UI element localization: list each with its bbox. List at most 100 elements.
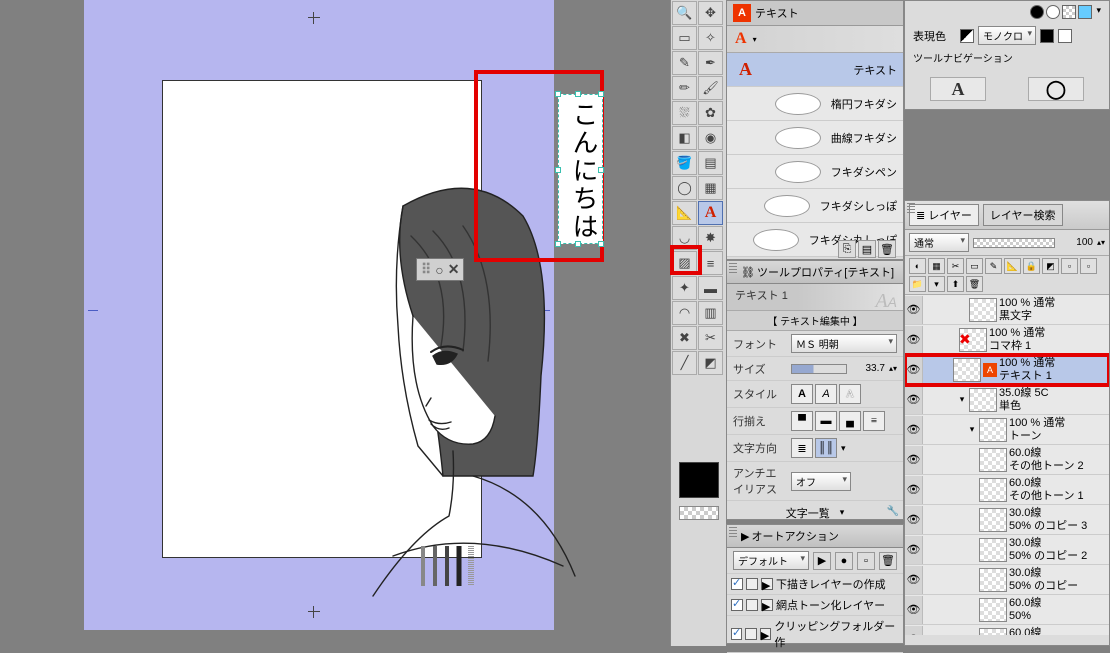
- transparent-swatch[interactable]: [679, 506, 719, 520]
- tool-subview[interactable]: ▥: [698, 301, 723, 325]
- tool-misc[interactable]: ◩: [698, 351, 723, 375]
- resize-handle[interactable]: [555, 167, 561, 173]
- li-icon[interactable]: ▫: [1061, 258, 1078, 274]
- layer-tab[interactable]: ≣レイヤー: [909, 204, 979, 226]
- li-icon[interactable]: ✂: [947, 258, 964, 274]
- font-dropdown[interactable]: ＭＳ 明朝: [791, 334, 897, 353]
- page-inner[interactable]: [162, 80, 482, 558]
- li-icon[interactable]: 📐: [1004, 258, 1021, 274]
- resize-handle[interactable]: [598, 241, 604, 247]
- tool-wand[interactable]: ✧: [698, 26, 723, 50]
- li-icon[interactable]: ▫: [1080, 258, 1097, 274]
- tool-shape[interactable]: ◯: [672, 176, 697, 200]
- black-chip[interactable]: [1040, 29, 1054, 43]
- tool-saturated2[interactable]: ✦: [672, 276, 697, 300]
- auto-action-item[interactable]: ▶下描きレイヤーの作成: [727, 574, 903, 595]
- confirm-button[interactable]: ○: [435, 262, 443, 278]
- li-icon[interactable]: ◩: [1042, 258, 1059, 274]
- tool-eyedropper[interactable]: ✎: [672, 51, 697, 75]
- visibility-icon[interactable]: 👁: [905, 356, 923, 384]
- tool-airbrush[interactable]: ⛆: [672, 101, 697, 125]
- cancel-button[interactable]: ✕: [448, 261, 460, 278]
- white-swatch[interactable]: [1046, 5, 1060, 19]
- action-set-dropdown[interactable]: デフォルト: [733, 551, 809, 570]
- visibility-icon[interactable]: 👁: [905, 326, 923, 354]
- layer-row[interactable]: 👁30.0線50% のコピー 3: [905, 505, 1109, 535]
- foreground-swatch[interactable]: [679, 462, 719, 498]
- li-icon[interactable]: 📁: [909, 276, 926, 292]
- visibility-icon[interactable]: 👁: [905, 566, 923, 594]
- resize-handle[interactable]: [575, 91, 581, 97]
- bold-button[interactable]: A: [791, 384, 813, 404]
- resize-handle[interactable]: [555, 241, 561, 247]
- record-icon[interactable]: ●: [835, 552, 853, 570]
- dropdown-icon[interactable]: ▾: [841, 443, 846, 454]
- subtool-item[interactable]: Aテキスト: [727, 53, 903, 87]
- tool-panel[interactable]: ▬: [698, 276, 723, 300]
- visibility-icon[interactable]: 👁: [905, 446, 923, 474]
- li-icon[interactable]: ✎: [985, 258, 1002, 274]
- dropdown-icon[interactable]: ▾: [753, 35, 757, 44]
- layer-row[interactable]: 👁60.0線その他トーン 1: [905, 475, 1109, 505]
- layer-row[interactable]: 👁60.0線その他トーン 2: [905, 445, 1109, 475]
- horizontal-button[interactable]: ≣: [791, 438, 813, 458]
- opacity-slider[interactable]: [973, 238, 1055, 248]
- grip-icon[interactable]: [729, 527, 737, 539]
- layer-row[interactable]: 👁100 % 通常黒文字: [905, 295, 1109, 325]
- subtool-item[interactable]: 楕円フキダシ: [727, 87, 903, 121]
- li-icon[interactable]: 🗑: [966, 276, 983, 292]
- li-icon[interactable]: ▾: [928, 276, 945, 292]
- layer-row[interactable]: 👁60.0線50%: [905, 595, 1109, 625]
- stepper-icon[interactable]: ▴▾: [1097, 238, 1105, 247]
- subtool-item[interactable]: フキダシペン: [727, 155, 903, 189]
- trash-icon[interactable]: 🗑: [879, 552, 897, 570]
- size-slider[interactable]: [791, 364, 847, 374]
- wrench-icon[interactable]: 🔧: [887, 506, 899, 517]
- li-icon[interactable]: 🔒: [1023, 258, 1040, 274]
- layer-search-tab[interactable]: レイヤー検索: [983, 204, 1063, 226]
- tool-frame[interactable]: ▦: [698, 176, 723, 200]
- visibility-icon[interactable]: 👁: [905, 596, 923, 624]
- visibility-icon[interactable]: 👁: [905, 536, 923, 564]
- transparent-swatch[interactable]: [1062, 5, 1076, 19]
- tool-correct[interactable]: ✂: [698, 326, 723, 350]
- tool-eraser[interactable]: ◧: [672, 126, 697, 150]
- layer-row[interactable]: 👁60.0線40%: [905, 625, 1109, 635]
- tool-brush[interactable]: 🖌: [698, 76, 723, 100]
- subtool-item[interactable]: フキダシしっぽ: [727, 189, 903, 223]
- trash-icon[interactable]: 🗑: [878, 240, 896, 258]
- tool-line[interactable]: ╱: [672, 351, 697, 375]
- subtool-tab[interactable]: A テキスト: [727, 1, 903, 26]
- visibility-icon[interactable]: 👁: [905, 626, 923, 636]
- copy-icon[interactable]: ⎘: [838, 240, 856, 258]
- black-swatch[interactable]: [1030, 5, 1044, 19]
- settings-icon[interactable]: ▤: [858, 240, 876, 258]
- expression-dropdown[interactable]: モノクロ: [978, 26, 1036, 45]
- vertical-text-box[interactable]: こんにちは: [558, 94, 603, 244]
- stepper-icon[interactable]: ▴▾: [889, 364, 897, 373]
- layer-row[interactable]: 👁✖100 % 通常コマ枠 1: [905, 325, 1109, 355]
- resize-handle[interactable]: [598, 167, 604, 173]
- tool-move[interactable]: ✥: [698, 1, 723, 25]
- grip-icon[interactable]: [907, 203, 915, 215]
- size-value[interactable]: 33.7: [851, 363, 885, 374]
- vertical-button[interactable]: ║║: [815, 438, 837, 458]
- layer-row[interactable]: 👁30.0線50% のコピー 2: [905, 535, 1109, 565]
- italic-button[interactable]: A: [815, 384, 837, 404]
- charlist-row[interactable]: 文字一覧 ▾: [727, 501, 903, 525]
- layer-row[interactable]: 👁A100 % 通常テキスト 1: [905, 355, 1109, 385]
- text-nav-button[interactable]: A: [930, 77, 986, 101]
- tool-zoom[interactable]: 🔍: [672, 1, 697, 25]
- li-icon[interactable]: ▭: [966, 258, 983, 274]
- new-icon[interactable]: ▫: [857, 552, 875, 570]
- visibility-icon[interactable]: 👁: [905, 506, 923, 534]
- auto-action-item[interactable]: ▶クリッピングフォルダー作: [727, 616, 903, 653]
- li-icon[interactable]: ◐: [909, 258, 926, 274]
- layer-row[interactable]: 👁30.0線50% のコピー: [905, 565, 1109, 595]
- balloon-nav-button[interactable]: ◯: [1028, 77, 1084, 101]
- auto-action-item[interactable]: ▶網点トーン化レイヤー: [727, 595, 903, 616]
- white-chip[interactable]: [1058, 29, 1072, 43]
- dropdown-icon[interactable]: ▾: [1096, 5, 1101, 19]
- tool-select-rect[interactable]: ▭: [672, 26, 697, 50]
- resize-handle[interactable]: [575, 241, 581, 247]
